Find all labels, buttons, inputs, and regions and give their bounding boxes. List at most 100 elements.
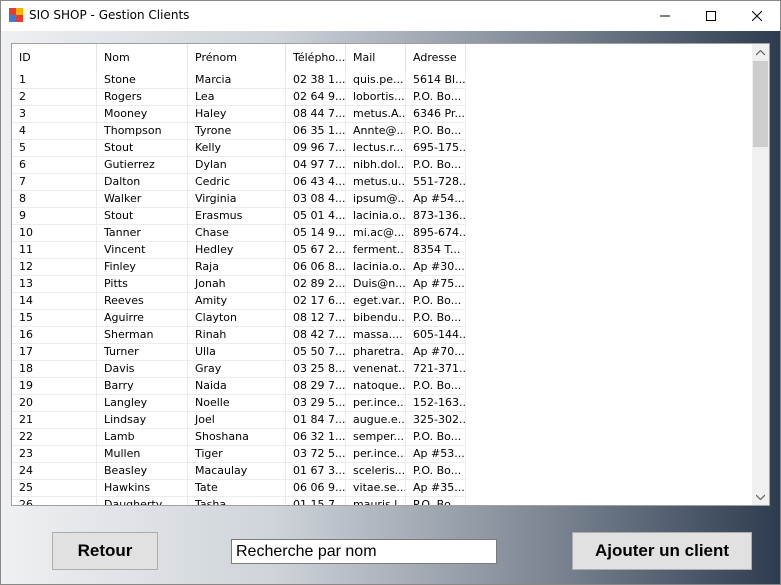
table-row[interactable]: 12 Finley Raja 06 06 8... lacinia.o... Ap #30… — [12, 259, 466, 276]
clients-table[interactable]: ID Nom Prénom Télépho... Mail Adresse 1 Stone M… — [11, 43, 770, 506]
cell-telephone[interactable]: 02 64 9... — [286, 89, 346, 106]
cell-id[interactable]: 19 — [12, 378, 97, 395]
column-header-prenom[interactable]: Prénom — [188, 44, 286, 72]
cell-mail[interactable]: ferment... — [346, 242, 406, 259]
cell-id[interactable]: 14 — [12, 293, 97, 310]
cell-prenom[interactable]: Jonah — [188, 276, 286, 293]
cell-id[interactable]: 12 — [12, 259, 97, 276]
table-row[interactable]: 20 Langley Noelle 03 29 5... per.ince... 152-… — [12, 395, 466, 412]
back-button[interactable]: Retour — [52, 532, 158, 570]
cell-nom[interactable]: Aguirre — [97, 310, 188, 327]
table-row[interactable]: 21 Lindsay Joel 01 84 7... augue.e... 325-302… — [12, 412, 466, 429]
cell-mail[interactable]: per.ince... — [346, 395, 406, 412]
cell-nom[interactable]: Gutierrez — [97, 157, 188, 174]
table-row[interactable]: 11 Vincent Hedley 05 67 2... ferment... 8354 … — [12, 242, 466, 259]
cell-prenom[interactable]: Rinah — [188, 327, 286, 344]
cell-nom[interactable]: Lindsay — [97, 412, 188, 429]
cell-telephone[interactable]: 08 29 7... — [286, 378, 346, 395]
cell-mail[interactable]: massa.... — [346, 327, 406, 344]
cell-prenom[interactable]: Virginia — [188, 191, 286, 208]
cell-mail[interactable]: mi.ac@... — [346, 225, 406, 242]
cell-adresse[interactable]: Ap #53... — [406, 446, 466, 463]
cell-nom[interactable]: Stout — [97, 140, 188, 157]
cell-nom[interactable]: Vincent — [97, 242, 188, 259]
table-row[interactable]: 19 Barry Naida 08 29 7... natoque... P.O. Bo.… — [12, 378, 466, 395]
cell-telephone[interactable]: 03 25 8... — [286, 361, 346, 378]
cell-prenom[interactable]: Noelle — [188, 395, 286, 412]
maximize-button[interactable] — [688, 1, 734, 31]
cell-nom[interactable]: Langley — [97, 395, 188, 412]
cell-adresse[interactable]: P.O. Bo... — [406, 89, 466, 106]
cell-adresse[interactable]: Ap #54... — [406, 191, 466, 208]
table-row[interactable]: 15 Aguirre Clayton 08 12 7... bibendu... P.O.… — [12, 310, 466, 327]
cell-mail[interactable]: eget.var... — [346, 293, 406, 310]
table-row[interactable]: 1 Stone Marcia 02 38 1... quis.pe... 5614 Bl.… — [12, 72, 466, 89]
cell-id[interactable]: 7 — [12, 174, 97, 191]
cell-telephone[interactable]: 05 67 2... — [286, 242, 346, 259]
cell-prenom[interactable]: Haley — [188, 106, 286, 123]
cell-telephone[interactable]: 02 38 1... — [286, 72, 346, 89]
cell-mail[interactable]: bibendu... — [346, 310, 406, 327]
cell-id[interactable]: 10 — [12, 225, 97, 242]
cell-nom[interactable]: Stout — [97, 208, 188, 225]
table-row[interactable]: 16 Sherman Rinah 08 42 7... massa.... 605-144… — [12, 327, 466, 344]
table-row[interactable]: 22 Lamb Shoshana 06 32 1... semper.... P.O. B… — [12, 429, 466, 446]
table-row[interactable]: 10 Tanner Chase 05 14 9... mi.ac@... 895-674.… — [12, 225, 466, 242]
table-row[interactable]: 7 Dalton Cedric 06 43 4... metus.u... 551-728… — [12, 174, 466, 191]
table-row[interactable]: 17 Turner Ulla 05 50 7... pharetra... Ap #70.… — [12, 344, 466, 361]
cell-telephone[interactable]: 05 14 9... — [286, 225, 346, 242]
cell-prenom[interactable]: Tate — [188, 480, 286, 497]
cell-mail[interactable]: venenat... — [346, 361, 406, 378]
cell-adresse[interactable]: 551-728... — [406, 174, 466, 191]
cell-adresse[interactable]: P.O. Bo... — [406, 378, 466, 395]
cell-prenom[interactable]: Naida — [188, 378, 286, 395]
cell-id[interactable]: 23 — [12, 446, 97, 463]
cell-nom[interactable]: Finley — [97, 259, 188, 276]
cell-telephone[interactable]: 02 17 6... — [286, 293, 346, 310]
cell-mail[interactable]: sceleris... — [346, 463, 406, 480]
cell-id[interactable]: 2 — [12, 89, 97, 106]
cell-id[interactable]: 24 — [12, 463, 97, 480]
cell-mail[interactable]: lobortis... — [346, 89, 406, 106]
cell-mail[interactable]: ipsum@... — [346, 191, 406, 208]
cell-nom[interactable]: Walker — [97, 191, 188, 208]
table-row[interactable]: 25 Hawkins Tate 06 06 9... vitae.se... Ap #35… — [12, 480, 466, 497]
cell-prenom[interactable]: Tyrone — [188, 123, 286, 140]
cell-prenom[interactable]: Lea — [188, 89, 286, 106]
cell-telephone[interactable]: 08 12 7... — [286, 310, 346, 327]
cell-nom[interactable]: Hawkins — [97, 480, 188, 497]
cell-id[interactable]: 25 — [12, 480, 97, 497]
scroll-down-button[interactable] — [752, 488, 769, 505]
cell-id[interactable]: 1 — [12, 72, 97, 89]
cell-mail[interactable]: per.ince... — [346, 446, 406, 463]
table-row[interactable]: 3 Mooney Haley 08 44 7... metus.A... 6346 Pr.… — [12, 106, 466, 123]
cell-mail[interactable]: augue.e... — [346, 412, 406, 429]
cell-adresse[interactable]: Ap #75... — [406, 276, 466, 293]
cell-id[interactable]: 11 — [12, 242, 97, 259]
cell-telephone[interactable]: 06 35 1... — [286, 123, 346, 140]
column-header-nom[interactable]: Nom — [97, 44, 188, 72]
cell-adresse[interactable]: Ap #35... — [406, 480, 466, 497]
column-header-adresse[interactable]: Adresse — [406, 44, 466, 72]
cell-adresse[interactable]: P.O. Bo... — [406, 310, 466, 327]
table-row[interactable]: 26 Daugherty Tasha 01 15 7... mauris.l... P.O… — [12, 497, 466, 505]
table-row[interactable]: 24 Beasley Macaulay 01 67 3... sceleris... P.… — [12, 463, 466, 480]
cell-adresse[interactable]: 721-371... — [406, 361, 466, 378]
cell-id[interactable]: 5 — [12, 140, 97, 157]
cell-telephone[interactable]: 06 06 9... — [286, 480, 346, 497]
cell-mail[interactable]: Annte@... — [346, 123, 406, 140]
cell-id[interactable]: 26 — [12, 497, 97, 505]
cell-id[interactable]: 17 — [12, 344, 97, 361]
cell-telephone[interactable]: 03 72 5... — [286, 446, 346, 463]
cell-nom[interactable]: Beasley — [97, 463, 188, 480]
cell-nom[interactable]: Reeves — [97, 293, 188, 310]
cell-mail[interactable]: metus.A... — [346, 106, 406, 123]
cell-id[interactable]: 13 — [12, 276, 97, 293]
cell-mail[interactable]: vitae.se... — [346, 480, 406, 497]
cell-prenom[interactable]: Tasha — [188, 497, 286, 505]
cell-telephone[interactable]: 03 29 5... — [286, 395, 346, 412]
cell-telephone[interactable]: 01 84 7... — [286, 412, 346, 429]
cell-adresse[interactable]: Ap #30... — [406, 259, 466, 276]
cell-id[interactable]: 3 — [12, 106, 97, 123]
cell-adresse[interactable]: P.O. Bo... — [406, 429, 466, 446]
